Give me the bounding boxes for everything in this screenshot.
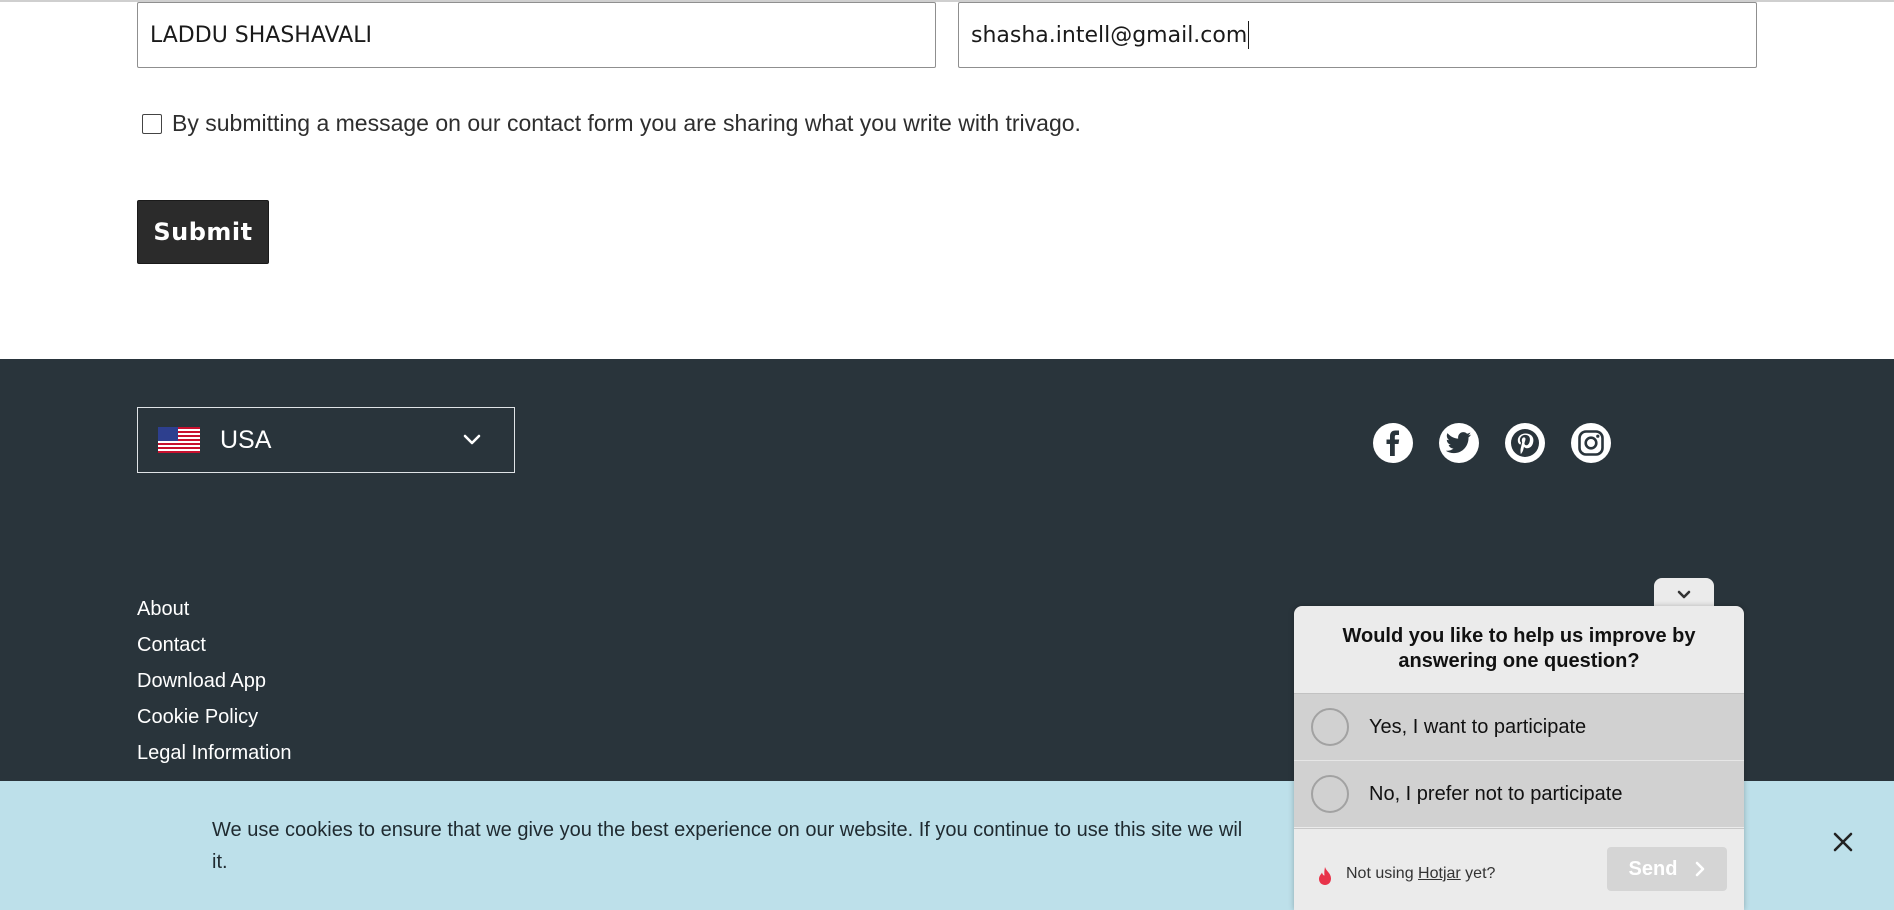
hotjar-note-suffix: yet? xyxy=(1460,865,1496,882)
consent-label: By submitting a message on our contact f… xyxy=(172,110,1081,136)
name-input-value: LADDU SHASHAVALI xyxy=(150,22,372,48)
name-input[interactable]: LADDU SHASHAVALI xyxy=(137,2,936,68)
twitter-icon[interactable] xyxy=(1439,423,1479,463)
contact-form: LADDU SHASHAVALI shasha.intell@gmail.com… xyxy=(0,0,1894,359)
send-button-label: Send xyxy=(1628,857,1678,880)
footer-link-legal-information[interactable]: Legal Information xyxy=(137,735,292,771)
email-input-value: shasha.intell@gmail.com xyxy=(971,22,1248,48)
instagram-icon[interactable] xyxy=(1571,423,1611,463)
hotjar-note: Not using Hotjar yet? xyxy=(1346,865,1495,883)
text-caret xyxy=(1248,21,1250,49)
submit-button[interactable]: Submit xyxy=(137,200,269,264)
survey-option-label: No, I prefer not to participate xyxy=(1369,782,1623,805)
chevron-down-icon xyxy=(1677,590,1691,598)
email-input[interactable]: shasha.intell@gmail.com xyxy=(958,2,1757,68)
cookie-message: We use cookies to ensure that we give yo… xyxy=(212,814,1322,878)
survey-option-label: Yes, I want to participate xyxy=(1369,715,1587,738)
consent-checkbox[interactable] xyxy=(142,113,162,134)
chevron-right-icon xyxy=(1696,861,1705,877)
radio-button[interactable] xyxy=(1311,775,1349,813)
facebook-icon[interactable] xyxy=(1373,423,1413,463)
survey-option-no[interactable]: No, I prefer not to participate xyxy=(1294,760,1744,827)
us-flag-icon xyxy=(158,427,200,453)
footer-link-cookie-policy[interactable]: Cookie Policy xyxy=(137,699,292,735)
country-select[interactable]: USA xyxy=(137,407,515,473)
chevron-down-icon xyxy=(463,434,481,445)
social-links xyxy=(1373,423,1611,463)
consent-row[interactable]: By submitting a message on our contact f… xyxy=(142,110,1081,137)
hotjar-note-prefix: Not using xyxy=(1346,865,1419,882)
close-icon[interactable] xyxy=(1828,827,1858,857)
footer-link-about[interactable]: About xyxy=(137,591,292,627)
survey-send-button[interactable]: Send xyxy=(1607,847,1727,891)
survey-question: Would you like to help us improve by ans… xyxy=(1342,625,1696,672)
hotjar-link[interactable]: Hotjar xyxy=(1418,865,1461,882)
survey-footer: Not using Hotjar yet? Send xyxy=(1294,828,1744,910)
radio-button[interactable] xyxy=(1311,708,1349,746)
cookie-message-line1: We use cookies to ensure that we give yo… xyxy=(212,819,1243,841)
flame-icon xyxy=(1319,867,1331,885)
pinterest-icon[interactable] xyxy=(1505,423,1545,463)
survey-option-yes[interactable]: Yes, I want to participate xyxy=(1294,693,1744,760)
survey-widget: Would you like to help us improve by ans… xyxy=(1294,606,1744,910)
cookie-message-line2: it. xyxy=(212,851,228,873)
country-select-value: USA xyxy=(220,425,272,454)
footer-links: About Contact Download App Cookie Policy… xyxy=(137,591,292,771)
footer-link-contact[interactable]: Contact xyxy=(137,627,292,663)
footer-link-download-app[interactable]: Download App xyxy=(137,663,292,699)
